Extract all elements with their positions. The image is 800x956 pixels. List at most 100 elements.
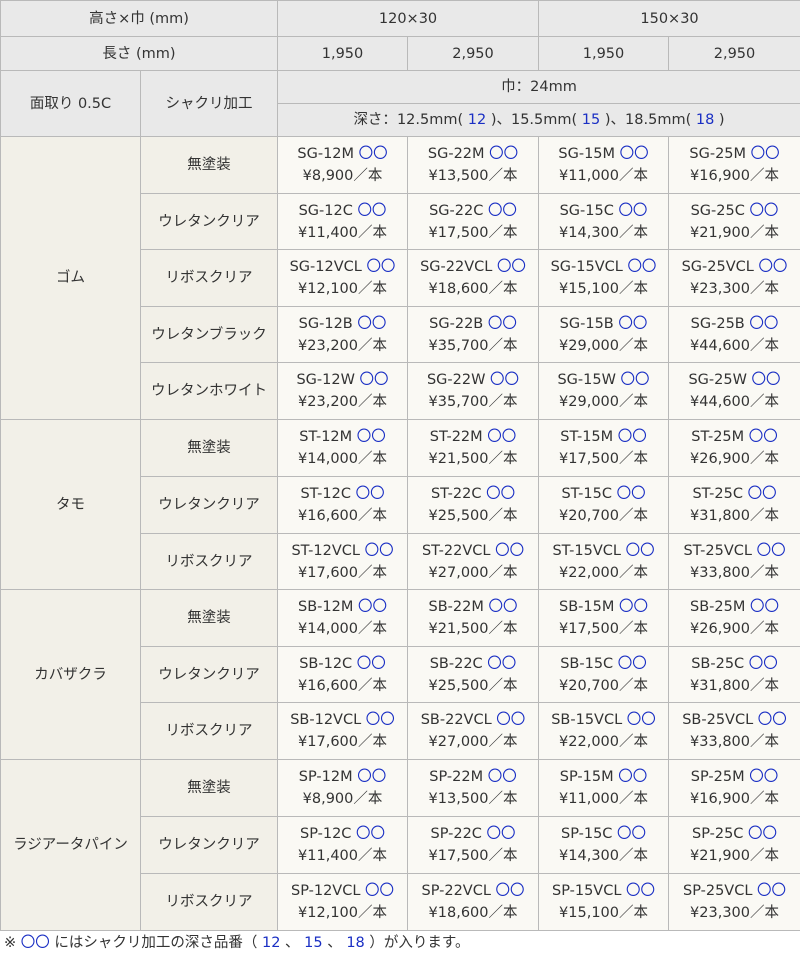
header-row-size: 高さ×巾 (mm) 120×30 150×30 bbox=[0, 0, 800, 37]
placeholder-mark: 〇〇 bbox=[747, 486, 777, 502]
product-price: ¥27,000／本 bbox=[428, 564, 518, 581]
product-row: カバザクラ 無塗装 SB-12M 〇〇 ¥14,000／本 SB-22M 〇〇 ¥21,5… bbox=[0, 589, 800, 760]
price-cell: SP-15M 〇〇 ¥11,000／本 bbox=[538, 759, 670, 817]
finish-name: ウレタンクリア bbox=[139, 816, 279, 874]
material-name: ゴム bbox=[0, 136, 141, 420]
product-code: SG-12M bbox=[297, 146, 355, 162]
price-cell: SB-12VCL 〇〇 ¥17,600／本 bbox=[277, 702, 409, 760]
price-cell: SG-25B 〇〇 ¥44,600／本 bbox=[668, 306, 800, 363]
product-code: SG-25C bbox=[690, 202, 745, 219]
header-row-length: 長さ (mm) 1,950 2,950 1,950 2,950 bbox=[0, 36, 800, 71]
placeholder-mark: 〇〇 bbox=[749, 769, 779, 785]
depth-close-3: ) bbox=[718, 112, 725, 128]
price-cell: ST-25M 〇〇 ¥26,900／本 bbox=[668, 419, 800, 477]
footnote-code-15: 15 bbox=[304, 935, 323, 951]
depth-code-15: 15 bbox=[581, 112, 601, 128]
product-price: ¥14,000／本 bbox=[298, 451, 387, 467]
product-price: ¥11,000／本 bbox=[559, 168, 648, 184]
product-code: SB-12C bbox=[299, 655, 353, 672]
product-price: ¥11,400／本 bbox=[298, 224, 387, 241]
price-cell: ST-22VCL 〇〇 ¥27,000／本 bbox=[407, 533, 540, 590]
depth-option-3: 18.5mm( bbox=[625, 112, 692, 128]
product-price: ¥25,500／本 bbox=[428, 677, 518, 694]
product-code: ST-25C bbox=[692, 486, 743, 502]
placeholder-mark: 〇〇 bbox=[357, 202, 387, 219]
product-price: ¥12,100／本 bbox=[298, 905, 387, 921]
placeholder-mark: 〇〇 bbox=[617, 655, 647, 672]
price-cell: SG-12B 〇〇 ¥23,200／本 bbox=[277, 306, 409, 363]
price-cell: SP-22M 〇〇 ¥13,500／本 bbox=[407, 759, 540, 817]
product-price: ¥20,700／本 bbox=[559, 677, 648, 694]
depth-close-2: )、 bbox=[604, 112, 626, 128]
placeholder-mark: 〇〇 bbox=[758, 259, 788, 275]
length-value: 2,950 bbox=[668, 36, 800, 71]
groove-depth-note: 深さ：12.5mm( 12 )、15.5mm( 15 )、18.5mm( 18 … bbox=[277, 103, 800, 137]
product-code: SG-25M bbox=[689, 146, 747, 162]
placeholder-mark: 〇〇 bbox=[619, 146, 649, 162]
product-row: タモ 無塗装 ST-12M 〇〇 ¥14,000／本 ST-22M 〇〇 ¥21,500／… bbox=[0, 419, 800, 590]
price-cell: SB-22M 〇〇 ¥21,500／本 bbox=[407, 589, 540, 647]
product-code: SG-22C bbox=[429, 202, 484, 219]
product-price: ¥13,500／本 bbox=[428, 168, 518, 184]
product-price: ¥14,300／本 bbox=[559, 848, 648, 864]
placeholder-mark: 〇〇 bbox=[625, 542, 655, 559]
price-cell: SB-25VCL 〇〇 ¥33,800／本 bbox=[668, 702, 800, 760]
price-cell: SB-15VCL 〇〇 ¥22,000／本 bbox=[538, 702, 670, 760]
price-cell: SB-25C 〇〇 ¥31,800／本 bbox=[668, 646, 800, 703]
product-price: ¥26,900／本 bbox=[690, 621, 779, 637]
placeholder-mark: 〇〇 bbox=[365, 712, 395, 728]
product-price: ¥13,500／本 bbox=[428, 791, 518, 807]
placeholder-mark: 〇〇 bbox=[355, 486, 385, 502]
price-cell: SB-15C 〇〇 ¥20,700／本 bbox=[538, 646, 670, 703]
placeholder-mark: 〇〇 bbox=[357, 315, 387, 332]
footnote-mark: ※ bbox=[4, 935, 17, 951]
placeholder-mark: 〇〇 bbox=[490, 372, 520, 388]
footnote-text-2: ）が入ります。 bbox=[369, 935, 470, 951]
product-code: SP-25VCL bbox=[682, 883, 753, 899]
placeholder-mark: 〇〇 bbox=[488, 599, 518, 615]
placeholder-mark: 〇〇 bbox=[620, 372, 650, 388]
product-code: SP-15M bbox=[559, 769, 614, 785]
product-price: ¥17,600／本 bbox=[298, 734, 387, 750]
finish-name: ウレタンホワイト bbox=[139, 362, 279, 420]
placeholder-mark: 〇〇 bbox=[757, 883, 787, 899]
placeholder-mark: 〇〇 bbox=[757, 712, 787, 728]
product-price: ¥23,300／本 bbox=[690, 905, 779, 921]
price-cell: ST-22M 〇〇 ¥21,500／本 bbox=[407, 419, 540, 477]
product-price: ¥15,100／本 bbox=[559, 281, 648, 297]
product-price: ¥8,900／本 bbox=[302, 168, 383, 184]
product-price: ¥29,000／本 bbox=[559, 394, 648, 410]
product-price: ¥25,500／本 bbox=[428, 508, 518, 524]
placeholder-mark: 〇〇 bbox=[487, 655, 517, 672]
groove-width-note: 巾：24mm bbox=[277, 70, 800, 104]
product-price: ¥17,500／本 bbox=[428, 224, 518, 241]
placeholder-mark: 〇〇 bbox=[616, 486, 646, 502]
product-code: SB-25VCL bbox=[682, 712, 754, 728]
price-cell: SB-12M 〇〇 ¥14,000／本 bbox=[277, 589, 409, 647]
price-cell: SP-25VCL 〇〇 ¥23,300／本 bbox=[668, 873, 800, 931]
product-code: SP-12M bbox=[298, 769, 353, 785]
product-code: SG-12W bbox=[296, 372, 355, 388]
product-code: SB-25M bbox=[690, 599, 746, 615]
price-cell: ST-15VCL 〇〇 ¥22,000／本 bbox=[538, 533, 670, 590]
price-cell: SG-22C 〇〇 ¥17,500／本 bbox=[407, 193, 540, 250]
product-code: SG-12C bbox=[298, 202, 353, 219]
price-cell: SG-25C 〇〇 ¥21,900／本 bbox=[668, 193, 800, 250]
placeholder-mark: 〇〇 bbox=[356, 826, 386, 842]
price-cell: SB-22C 〇〇 ¥25,500／本 bbox=[407, 646, 540, 703]
product-price: ¥29,000／本 bbox=[559, 337, 648, 354]
placeholder-mark: 〇〇 bbox=[486, 826, 516, 842]
product-code: SG-22VCL bbox=[420, 259, 493, 275]
product-code: SB-15C bbox=[560, 655, 614, 672]
price-cell: SG-12VCL 〇〇 ¥12,100／本 bbox=[277, 249, 409, 307]
placeholder-mark: 〇〇 bbox=[496, 712, 526, 728]
product-price: ¥35,700／本 bbox=[428, 394, 518, 410]
product-price: ¥44,600／本 bbox=[690, 394, 779, 410]
product-price: ¥12,100／本 bbox=[298, 281, 387, 297]
price-cell: SG-25VCL 〇〇 ¥23,300／本 bbox=[668, 249, 800, 307]
placeholder-mark: 〇〇 bbox=[749, 315, 779, 332]
product-price: ¥21,900／本 bbox=[690, 224, 779, 241]
product-code: SP-25C bbox=[691, 826, 744, 842]
placeholder-mark: 〇〇 bbox=[626, 712, 656, 728]
placeholder-mark: 〇〇 bbox=[487, 315, 517, 332]
